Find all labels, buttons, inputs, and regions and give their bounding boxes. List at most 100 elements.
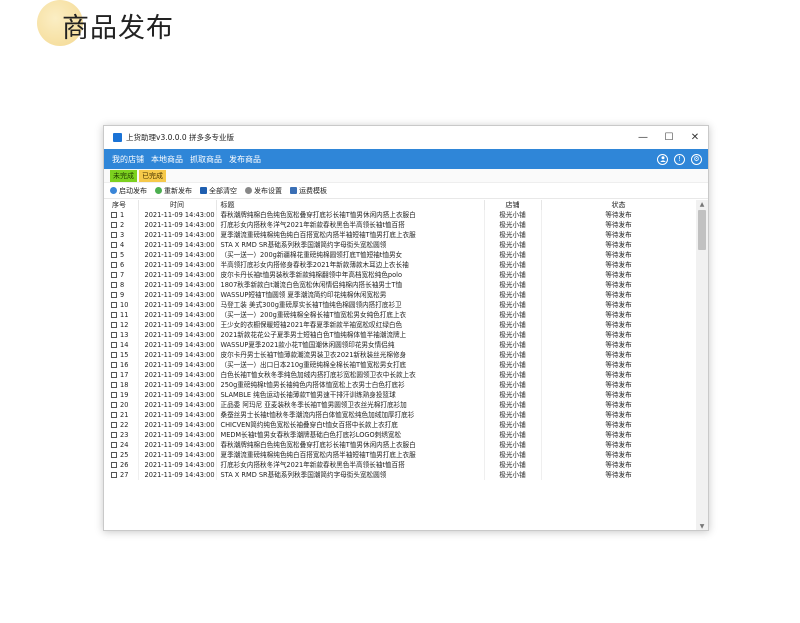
row-number-cell[interactable]: 10 <box>104 300 139 310</box>
row-number-cell[interactable]: 16 <box>104 360 139 370</box>
table-row[interactable]: 16 2021-11-09 14:43:00 （买一送一）出口日本210g重磅纯棉全… <box>104 360 697 370</box>
gear-icon[interactable]: ⚙ <box>691 153 702 165</box>
row-checkbox[interactable] <box>111 382 117 388</box>
row-checkbox[interactable] <box>111 432 117 438</box>
row-checkbox[interactable] <box>111 222 117 228</box>
table-row[interactable]: 27 2021-11-09 14:43:00 STA X RMD SR基础系列秋季国… <box>104 470 697 480</box>
shipping-template-button[interactable]: 运费模板 <box>290 186 327 196</box>
table-row[interactable]: 10 2021-11-09 14:43:00 马登工装 美式300g重磅厚实长袖T恤… <box>104 300 697 310</box>
row-number-cell[interactable]: 15 <box>104 350 139 360</box>
row-number-cell[interactable]: 12 <box>104 320 139 330</box>
row-number-cell[interactable]: 22 <box>104 420 139 430</box>
table-row[interactable]: 1 2021-11-09 14:43:00 春秋潮牌纯棉白色纯色宽松叠穿打底衫长袖T… <box>104 210 697 220</box>
table-row[interactable]: 25 2021-11-09 14:43:00 夏季潮流重磅纯棉纯色纯白百搭宽松内搭半… <box>104 450 697 460</box>
column-header-title[interactable]: 标题 <box>216 200 485 210</box>
publish-settings-button[interactable]: 发布设置 <box>245 186 282 196</box>
row-checkbox[interactable] <box>111 362 117 368</box>
start-publish-button[interactable]: 启动发布 <box>110 186 147 196</box>
table-row[interactable]: 5 2021-11-09 14:43:00 （买一送一）200g新疆棉花重磅纯棉圆领… <box>104 250 697 260</box>
row-number-cell[interactable]: 23 <box>104 430 139 440</box>
row-checkbox[interactable] <box>111 342 117 348</box>
table-row[interactable]: 23 2021-11-09 14:43:00 MEDM长袖t恤男女春秋季潮牌基础白色… <box>104 430 697 440</box>
row-number-cell[interactable]: 27 <box>104 470 139 480</box>
table-row[interactable]: 18 2021-11-09 14:43:00 250g重磅纯棉t恤男长袖纯色内搭体恤… <box>104 380 697 390</box>
row-number-cell[interactable]: 17 <box>104 370 139 380</box>
row-checkbox[interactable] <box>111 312 117 318</box>
row-number-cell[interactable]: 3 <box>104 230 139 240</box>
table-row[interactable]: 4 2021-11-09 14:43:00 STA X RMD SR基础系列秋季国潮… <box>104 240 697 250</box>
table-row[interactable]: 2 2021-11-09 14:43:00 打底衫女内搭秋冬洋气2021年新款春秋黑… <box>104 220 697 230</box>
clear-all-button[interactable]: 全部清空 <box>200 186 237 196</box>
table-row[interactable]: 8 2021-11-09 14:43:00 1807秋季新款白t潮流白色宽松休闲情侣… <box>104 280 697 290</box>
table-row[interactable]: 20 2021-11-09 14:43:00 正品委 阿玛尼 亚麦装秋冬季长袖T恤男… <box>104 400 697 410</box>
republish-button[interactable]: 重新发布 <box>155 186 192 196</box>
row-checkbox[interactable] <box>111 242 117 248</box>
close-button[interactable]: ✕ <box>682 126 708 149</box>
row-checkbox[interactable] <box>111 452 117 458</box>
row-checkbox[interactable] <box>111 322 117 328</box>
row-number-cell[interactable]: 13 <box>104 330 139 340</box>
row-checkbox[interactable] <box>111 442 117 448</box>
scroll-down-arrow[interactable]: ▼ <box>696 522 708 530</box>
row-number-cell[interactable]: 21 <box>104 410 139 420</box>
row-number-cell[interactable]: 24 <box>104 440 139 450</box>
row-checkbox[interactable] <box>111 372 117 378</box>
user-icon[interactable] <box>657 153 668 165</box>
row-checkbox[interactable] <box>111 272 117 278</box>
row-number-cell[interactable]: 1 <box>104 210 139 220</box>
menu-item-publish-products[interactable]: 发布商品 <box>229 154 261 165</box>
table-row[interactable]: 6 2021-11-09 14:43:00 半高领打底衫女内搭修身春秋季2021年新… <box>104 260 697 270</box>
minimize-button[interactable]: — <box>630 126 656 149</box>
table-row[interactable]: 15 2021-11-09 14:43:00 皮尔卡丹男士长袖T恤薄款潮流男装卫衣2… <box>104 350 697 360</box>
row-checkbox[interactable] <box>111 252 117 258</box>
table-row[interactable]: 13 2021-11-09 14:43:00 2021新款花花公子夏季男士短袖白色T… <box>104 330 697 340</box>
row-checkbox[interactable] <box>111 292 117 298</box>
row-number-cell[interactable]: 8 <box>104 280 139 290</box>
row-checkbox[interactable] <box>111 472 117 478</box>
table-row[interactable]: 12 2021-11-09 14:43:00 王少女的衣橱保暖短袖2021年春夏季新… <box>104 320 697 330</box>
row-number-cell[interactable]: 25 <box>104 450 139 460</box>
table-row[interactable]: 3 2021-11-09 14:43:00 夏季潮流重磅纯棉纯色纯白百搭宽松内搭半袖… <box>104 230 697 240</box>
menu-item-local-products[interactable]: 本地商品 <box>151 154 183 165</box>
table-row[interactable]: 26 2021-11-09 14:43:00 打底衫女内搭秋冬洋气2021年新款春秋… <box>104 460 697 470</box>
row-checkbox[interactable] <box>111 392 117 398</box>
status-tag-pending[interactable]: 未完成 <box>110 169 137 182</box>
column-header-no[interactable]: 序号 <box>104 200 139 210</box>
row-number-cell[interactable]: 18 <box>104 380 139 390</box>
row-checkbox[interactable] <box>111 232 117 238</box>
menu-item-grab-products[interactable]: 抓取商品 <box>190 154 222 165</box>
row-number-cell[interactable]: 2 <box>104 220 139 230</box>
row-checkbox[interactable] <box>111 462 117 468</box>
table-row[interactable]: 7 2021-11-09 14:43:00 皮尔卡丹长袖t恤男装秋季新款纯棉翻领中年… <box>104 270 697 280</box>
table-row[interactable]: 17 2021-11-09 14:43:00 白色长袖T恤女秋冬季纯色加绒内搭打底衫… <box>104 370 697 380</box>
row-checkbox[interactable] <box>111 302 117 308</box>
menu-item-my-shop[interactable]: 我的店铺 <box>112 154 144 165</box>
column-header-time[interactable]: 时间 <box>138 200 217 210</box>
row-number-cell[interactable]: 5 <box>104 250 139 260</box>
row-checkbox[interactable] <box>111 332 117 338</box>
table-row[interactable]: 22 2021-11-09 14:43:00 CHICVEN简约纯色宽松长袖叠穿白t… <box>104 420 697 430</box>
status-tag-done[interactable]: 已完成 <box>139 169 166 182</box>
row-checkbox[interactable] <box>111 212 117 218</box>
row-number-cell[interactable]: 26 <box>104 460 139 470</box>
table-row[interactable]: 21 2021-11-09 14:43:00 桑蚕丝男士长袖t恤秋冬季潮流内搭白体恤… <box>104 410 697 420</box>
row-checkbox[interactable] <box>111 262 117 268</box>
scroll-up-arrow[interactable]: ▲ <box>696 200 708 210</box>
column-header-status[interactable]: 状态 <box>541 200 697 210</box>
table-row[interactable]: 14 2021-11-09 14:43:00 WASSUP夏季2021款小花T恤国潮… <box>104 340 697 350</box>
row-number-cell[interactable]: 14 <box>104 340 139 350</box>
row-checkbox[interactable] <box>111 352 117 358</box>
maximize-button[interactable]: ☐ <box>656 126 682 149</box>
table-row[interactable]: 24 2021-11-09 14:43:00 春秋潮牌纯棉白色纯色宽松叠穿打底衫长袖… <box>104 440 697 450</box>
row-number-cell[interactable]: 4 <box>104 240 139 250</box>
column-header-shop[interactable]: 店铺 <box>484 200 542 210</box>
row-number-cell[interactable]: 9 <box>104 290 139 300</box>
vertical-scrollbar[interactable]: ▲ ▼ <box>696 200 708 530</box>
row-checkbox[interactable] <box>111 412 117 418</box>
row-checkbox[interactable] <box>111 402 117 408</box>
row-checkbox[interactable] <box>111 282 117 288</box>
row-number-cell[interactable]: 20 <box>104 400 139 410</box>
row-checkbox[interactable] <box>111 422 117 428</box>
row-number-cell[interactable]: 7 <box>104 270 139 280</box>
table-row[interactable]: 9 2021-11-09 14:43:00 WASSUP短袖T恤圆领 夏季潮流简约印… <box>104 290 697 300</box>
